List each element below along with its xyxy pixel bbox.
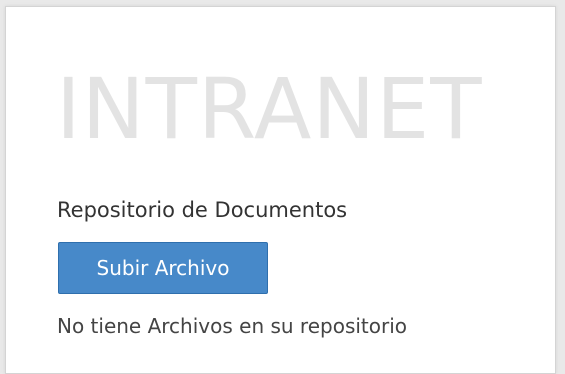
repository-panel: INTRANET Repositorio de Documentos Subir… (5, 6, 556, 374)
intranet-heading: INTRANET (56, 60, 483, 158)
empty-repository-message: No tiene Archivos en su repositorio (57, 314, 408, 338)
repository-title: Repositorio de Documentos (57, 198, 348, 222)
upload-file-button[interactable]: Subir Archivo (58, 242, 268, 294)
